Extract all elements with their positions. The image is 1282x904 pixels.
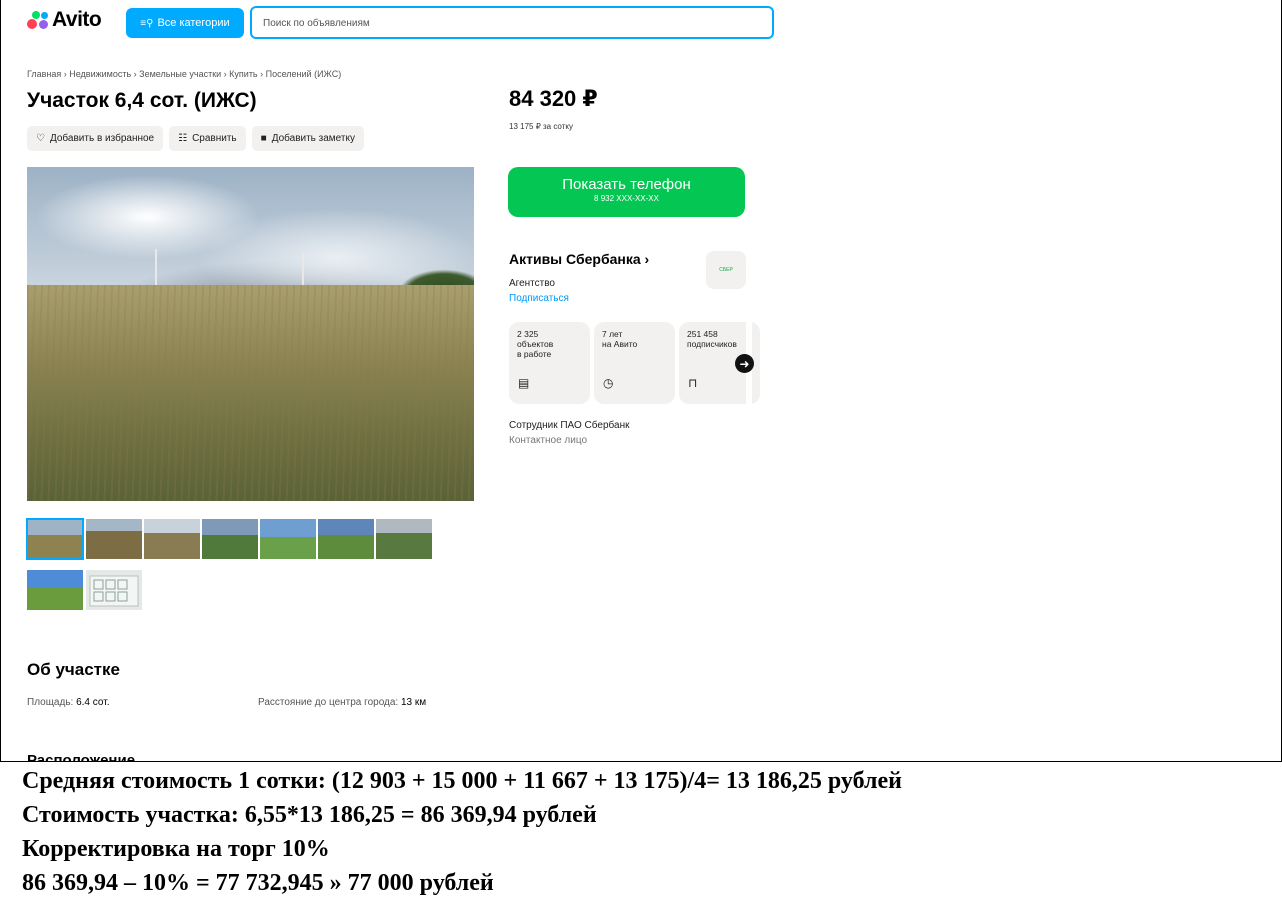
area-value: 6.4 сот. bbox=[76, 697, 110, 708]
seller-logo[interactable]: СБЕР bbox=[706, 251, 746, 289]
thumbnail[interactable] bbox=[27, 570, 83, 610]
all-categories-button[interactable]: ≡⚲ Все категории bbox=[126, 8, 244, 38]
calc-line-average: Средняя стоимость 1 сотки: (12 903 + 15 … bbox=[22, 768, 902, 794]
add-note-button[interactable]: ■ Добавить заметку bbox=[251, 126, 364, 151]
search-input[interactable]: Поиск по объявлениям bbox=[250, 6, 774, 39]
avito-logo[interactable]: Avito bbox=[27, 8, 102, 32]
main-photo[interactable] bbox=[27, 167, 474, 501]
all-categories-label: Все категории bbox=[157, 17, 230, 29]
about-heading: Об участке bbox=[27, 660, 120, 679]
contact-role: Контактное лицо bbox=[509, 435, 588, 446]
thumbnail[interactable] bbox=[376, 519, 432, 559]
thumbnail-plan[interactable] bbox=[86, 570, 142, 610]
distance-property: Расстояние до центра города: 13 км bbox=[258, 697, 426, 708]
listing-actions: ♡ Добавить в избранное ☷ Сравнить ■ Доба… bbox=[27, 126, 364, 151]
categories-search-icon: ≡⚲ bbox=[140, 17, 154, 29]
compare-icon: ☷ bbox=[178, 133, 188, 144]
logo-text: Avito bbox=[52, 8, 102, 31]
compare-button[interactable]: ☷ Сравнить bbox=[169, 126, 246, 151]
distance-label: Расстояние до центра города: bbox=[258, 697, 399, 708]
seller-type: Агентство bbox=[509, 278, 555, 289]
seller-logo-text: СБЕР bbox=[719, 267, 733, 273]
contact-name: Сотрудник ПАО Сбербанк bbox=[509, 420, 630, 431]
seller-stat-years[interactable]: 7 лет на Авито ◷ bbox=[594, 322, 675, 404]
price: 84 320 ₽ bbox=[509, 86, 598, 111]
note-icon: ■ bbox=[260, 133, 267, 144]
location-heading: Расположение bbox=[27, 752, 136, 762]
compare-label: Сравнить bbox=[192, 133, 237, 144]
thumbnail[interactable] bbox=[260, 519, 316, 559]
bookmark-icon: ⊓ bbox=[688, 376, 698, 390]
calc-line-total: Стоимость участка: 6,55*13 186,25 = 86 3… bbox=[22, 802, 597, 828]
breadcrumb[interactable]: Главная › Недвижимость › Земельные участ… bbox=[27, 69, 341, 79]
distance-value: 13 км bbox=[401, 697, 427, 708]
phone-masked: 8 932 XXX-XX-XX bbox=[594, 194, 659, 203]
thumbnail[interactable] bbox=[86, 519, 142, 559]
thumbnail[interactable] bbox=[202, 519, 258, 559]
screenshot-frame: Avito ≡⚲ Все категории Поиск по объявлен… bbox=[0, 0, 1282, 762]
listing-icon: ▤ bbox=[518, 376, 530, 390]
add-to-favorites-button[interactable]: ♡ Добавить в избранное bbox=[27, 126, 164, 151]
show-phone-label: Показать телефон bbox=[562, 176, 691, 193]
clock-icon: ◷ bbox=[603, 376, 614, 390]
show-phone-button[interactable]: Показать телефон 8 932 XXX-XX-XX bbox=[508, 167, 745, 217]
logo-dots-icon bbox=[27, 10, 49, 30]
page-title: Участок 6,4 сот. (ИЖС) bbox=[27, 89, 257, 112]
thumbnail[interactable] bbox=[144, 519, 200, 559]
subscribe-link[interactable]: Подписаться bbox=[509, 293, 569, 304]
add-to-favorites-label: Добавить в избранное bbox=[49, 133, 155, 144]
thumbnail[interactable] bbox=[26, 518, 84, 560]
stat-value: 2 325 bbox=[517, 329, 539, 339]
search-placeholder: Поиск по объявлениям bbox=[263, 18, 370, 29]
calc-line-result: 86 369,94 – 10% = 77 732,945 » 77 000 ру… bbox=[22, 870, 494, 896]
seller-stat-objects[interactable]: 2 325 объектов в работе ▤ bbox=[509, 322, 590, 404]
stat-label: объектов в работе bbox=[517, 339, 554, 359]
seller-name-link[interactable]: Активы Сбербанка › bbox=[509, 251, 649, 267]
thumbnail[interactable] bbox=[318, 519, 374, 559]
price-per-unit: 13 175 ₽ за сотку bbox=[509, 122, 573, 131]
area-label: Площадь: bbox=[27, 697, 74, 708]
area-property: Площадь: 6.4 сот. bbox=[27, 697, 109, 708]
stat-value: 7 лет bbox=[602, 329, 623, 339]
heart-icon: ♡ bbox=[36, 133, 45, 144]
calc-line-discount-note: Корректировка на торг 10% bbox=[22, 836, 330, 862]
add-note-label: Добавить заметку bbox=[271, 133, 355, 144]
stat-label: на Авито bbox=[602, 339, 638, 349]
arrow-right-icon[interactable]: ➜ bbox=[735, 354, 754, 373]
